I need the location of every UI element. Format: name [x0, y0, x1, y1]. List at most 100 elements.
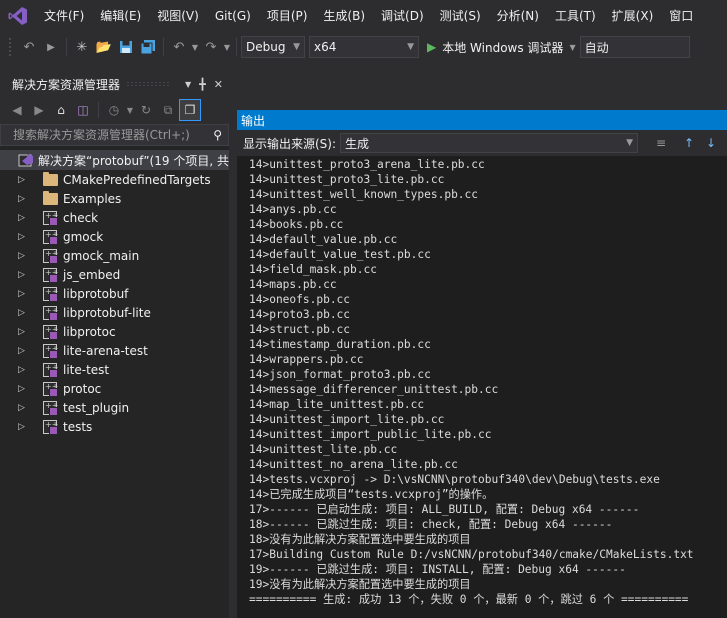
output-line: 14>anys.pb.cc [249, 203, 337, 216]
output-line: 14>default_value_test.pb.cc [249, 248, 431, 261]
dropdown-arrow-icon[interactable]: ▼ [125, 99, 135, 121]
menu-item[interactable]: 编辑(E) [92, 0, 149, 32]
close-icon[interactable]: ✕ [214, 78, 223, 91]
debug-mode-value: 自动 [584, 40, 609, 55]
configuration-dropdown[interactable]: Debug ▼ [241, 36, 305, 58]
panel-splitter[interactable] [229, 72, 237, 618]
expand-arrow-icon[interactable]: ▷ [18, 422, 28, 432]
menu-item[interactable]: 文件(F) [36, 0, 92, 32]
output-source-dropdown[interactable]: 生成 ▼ [340, 133, 639, 153]
tree-item-label: gmock [63, 229, 104, 244]
dropdown-arrow-icon[interactable]: ▼ [190, 36, 200, 58]
debug-mode-dropdown[interactable]: 自动 [579, 36, 690, 58]
menu-item[interactable]: 工具(T) [547, 0, 604, 32]
save-all-icon[interactable] [137, 36, 159, 58]
output-source-value: 生成 [345, 136, 370, 151]
tree-item-cmakepredefinedtargets[interactable]: ▷ CMakePredefinedTargets [0, 170, 229, 189]
open-file-icon[interactable]: 📂 [93, 36, 115, 58]
visual-studio-logo-icon[interactable] [0, 0, 36, 32]
solution-explorer-search[interactable]: ⚲ [0, 124, 229, 146]
pin-icon[interactable]: ╋ [199, 78, 206, 91]
expand-arrow-icon[interactable]: ▷ [18, 346, 28, 356]
expand-arrow-icon[interactable]: ▷ [18, 251, 28, 261]
menu-item[interactable]: Git(G) [207, 0, 259, 32]
pending-changes-filter-icon[interactable]: ◷ [103, 99, 125, 121]
dropdown-arrow-icon[interactable]: ▼ [222, 36, 232, 58]
save-icon[interactable] [115, 36, 137, 58]
menu-item[interactable]: 窗口 [661, 0, 701, 32]
back-icon[interactable]: ◀ [6, 99, 28, 121]
new-project-icon[interactable]: ✳ [71, 36, 93, 58]
platform-dropdown[interactable]: x64 ▼ [309, 36, 419, 58]
find-message-in-code-icon[interactable]: ≡ [650, 133, 672, 153]
output-line: 17>Building Custom Rule D:/vsNCNN/protob… [249, 548, 694, 561]
switch-views-icon[interactable]: ◫ [72, 99, 94, 121]
solution-icon [18, 153, 34, 167]
solution-root-node[interactable]: 解决方案“protobuf”(19 个项目, 共 [0, 150, 229, 170]
forward-icon[interactable]: ▶ [28, 99, 50, 121]
menu-item[interactable]: 调试(D) [373, 0, 432, 32]
output-line: 14>unittest_proto3_lite.pb.cc [249, 173, 445, 186]
tree-item-tests[interactable]: ▷ tests [0, 417, 229, 436]
tree-item-js-embed[interactable]: ▷ js_embed [0, 265, 229, 284]
home-icon[interactable]: ⌂ [50, 99, 72, 121]
show-all-files-icon[interactable]: ❐ [179, 99, 201, 121]
expand-arrow-icon[interactable]: ▷ [18, 270, 28, 280]
expand-arrow-icon[interactable]: ▷ [18, 327, 28, 337]
search-input[interactable] [13, 128, 203, 142]
solution-explorer-title-bar[interactable]: 解决方案资源管理器 ▼ ╋ ✕ [0, 72, 229, 96]
cpp-project-icon [42, 229, 58, 245]
expand-arrow-icon[interactable]: ▷ [18, 289, 28, 299]
menu-item[interactable]: 扩展(X) [604, 0, 662, 32]
undo-icon[interactable]: ↶ [168, 36, 190, 58]
output-title-bar[interactable]: 输出 [237, 110, 727, 130]
menu-item[interactable]: 分析(N) [489, 0, 547, 32]
output-text-area[interactable]: 14>unittest_proto3_arena_lite.pb.cc 14>un… [249, 157, 727, 618]
redo-icon[interactable]: ↷ [200, 36, 222, 58]
navigate-back-icon[interactable]: ↶ [18, 36, 40, 58]
tree-item-check[interactable]: ▷ check [0, 208, 229, 227]
toolbar-grip[interactable] [8, 37, 12, 57]
output-line: ========== 生成: 成功 13 个，失败 0 个，最新 0 个，跳过 … [249, 593, 689, 606]
tree-item-lite-test[interactable]: ▷ lite-test [0, 360, 229, 379]
go-to-previous-message-icon[interactable]: ↑ [678, 133, 700, 153]
run-label: 本地 Windows 调试器 [442, 40, 564, 55]
collapse-all-icon[interactable]: ⧉ [157, 99, 179, 121]
output-line: 14>wrappers.pb.cc [249, 353, 364, 366]
folder-icon [42, 171, 58, 187]
menu-item[interactable]: 视图(V) [149, 0, 207, 32]
window-position-dropdown-icon[interactable]: ▼ [185, 80, 191, 89]
expand-arrow-icon[interactable]: ▷ [18, 194, 28, 204]
expand-arrow-icon[interactable]: ▷ [18, 232, 28, 242]
tree-item-test-plugin[interactable]: ▷ test_plugin [0, 398, 229, 417]
tree-item-gmock-main[interactable]: ▷ gmock_main [0, 246, 229, 265]
expand-arrow-icon[interactable]: ▷ [18, 384, 28, 394]
toolbar-separator [163, 38, 164, 56]
tree-item-libprotoc[interactable]: ▷ libprotoc [0, 322, 229, 341]
expand-arrow-icon[interactable]: ▷ [18, 175, 28, 185]
menu-item[interactable]: 项目(P) [259, 0, 316, 32]
tree-item-gmock[interactable]: ▷ gmock [0, 227, 229, 246]
expand-arrow-icon[interactable]: ▷ [18, 403, 28, 413]
output-line: 19>没有为此解决方案配置选中要生成的项目 [249, 578, 471, 591]
tree-item-label: libprotobuf-lite [63, 305, 151, 320]
solution-label: 解决方案“protobuf”(19 个项目, 共 [38, 153, 229, 168]
go-to-next-message-icon[interactable]: ↓ [700, 133, 722, 153]
tree-item-label: libprotobuf [63, 286, 129, 301]
tree-item-examples[interactable]: ▷ Examples [0, 189, 229, 208]
tree-item-lite-arena-test[interactable]: ▷ lite-arena-test [0, 341, 229, 360]
search-icon[interactable]: ⚲ [213, 128, 222, 142]
toolbar-separator [66, 38, 67, 56]
tree-item-label: Examples [63, 191, 122, 206]
expand-arrow-icon[interactable]: ▷ [18, 213, 28, 223]
tree-item-libprotobuf[interactable]: ▷ libprotobuf [0, 284, 229, 303]
sync-icon[interactable]: ↻ [135, 99, 157, 121]
expand-arrow-icon[interactable]: ▷ [18, 365, 28, 375]
start-debugging-button[interactable]: ▶ 本地 Windows 调试器 ▼ [423, 36, 580, 58]
menu-item[interactable]: 测试(S) [432, 0, 489, 32]
navigate-forward-icon[interactable]: ▶ [40, 36, 62, 58]
tree-item-protoc[interactable]: ▷ protoc [0, 379, 229, 398]
tree-item-libprotobuf-lite[interactable]: ▷ libprotobuf-lite [0, 303, 229, 322]
expand-arrow-icon[interactable]: ▷ [18, 308, 28, 318]
menu-item[interactable]: 生成(B) [315, 0, 373, 32]
